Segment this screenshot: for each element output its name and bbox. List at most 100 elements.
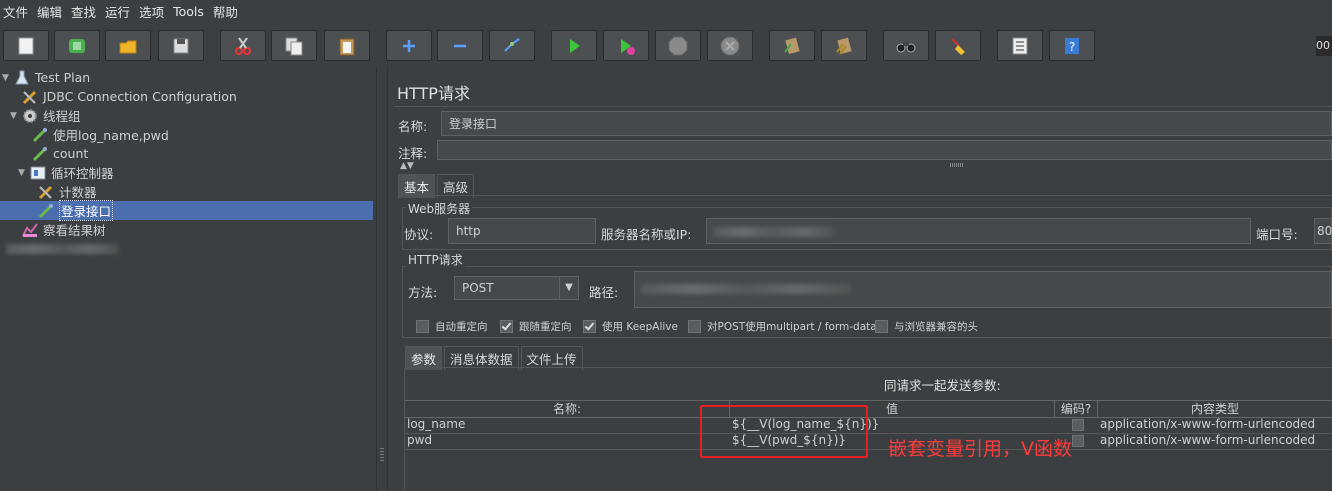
help-icon: ? xyxy=(1065,37,1079,54)
resize-grip[interactable] xyxy=(950,163,964,167)
menu-run[interactable]: 运行 xyxy=(102,2,136,21)
toggle-icon xyxy=(504,37,520,52)
collapse-arrows-icon[interactable]: ▲▼ xyxy=(400,161,414,171)
start-no-pause-button[interactable] xyxy=(603,30,649,61)
tree-node-jdbc-config[interactable]: JDBC Connection Configuration xyxy=(22,87,237,106)
config-element-icon xyxy=(22,89,38,105)
new-icon xyxy=(18,37,34,54)
method-value: POST xyxy=(462,281,494,295)
menu-edit[interactable]: 编辑 xyxy=(34,2,68,21)
tree-label: count xyxy=(53,146,89,161)
paste-button[interactable] xyxy=(324,30,370,61)
start-button[interactable] xyxy=(551,30,597,61)
menu-options[interactable]: 选项 xyxy=(136,2,170,21)
templates-button[interactable] xyxy=(54,30,100,61)
col-name[interactable]: 名称: xyxy=(405,401,730,417)
comment-field[interactable] xyxy=(437,140,1332,160)
divider-grip[interactable] xyxy=(380,448,384,462)
clear-button[interactable] xyxy=(769,30,815,61)
menu-file[interactable]: 文件 xyxy=(0,2,34,21)
param-content-type[interactable]: application/x-www-form-urlencoded xyxy=(1098,417,1332,433)
param-content-type[interactable]: application/x-www-form-urlencoded xyxy=(1098,433,1332,449)
test-plan-tree: ▼ Test Plan JDBC Connection Configuratio… xyxy=(0,68,376,491)
col-encode[interactable]: 编码? xyxy=(1055,401,1098,417)
checkbox-box[interactable] xyxy=(1071,419,1084,431)
encode-checkbox[interactable] xyxy=(1055,417,1098,433)
collapse-icon[interactable]: ▼ xyxy=(10,111,20,121)
add-button[interactable] xyxy=(386,30,432,61)
copy-button[interactable] xyxy=(271,30,317,61)
name-field[interactable]: 登录接口 xyxy=(441,111,1332,136)
table-border xyxy=(404,368,405,491)
clear-all-button[interactable] xyxy=(821,30,867,61)
new-button[interactable] xyxy=(3,30,49,61)
open-button[interactable] xyxy=(105,30,151,61)
cut-button[interactable] xyxy=(220,30,266,61)
checkbox-box[interactable] xyxy=(500,320,513,333)
param-name[interactable]: log_name xyxy=(405,417,730,433)
param-name[interactable]: pwd xyxy=(405,433,730,449)
tree-node-thread-group[interactable]: ▼ 线程组 xyxy=(10,106,81,125)
save-button[interactable] xyxy=(158,30,204,61)
checkbox-multipart[interactable]: 对POST使用multipart / form-data xyxy=(688,319,877,334)
name-label: 名称: xyxy=(398,119,428,134)
tree-node-view-results-tree[interactable]: 察看结果树 xyxy=(22,220,106,239)
collapse-icon[interactable]: ▼ xyxy=(18,168,28,178)
menu-search[interactable]: 查找 xyxy=(68,2,102,21)
help-button[interactable]: ? xyxy=(1049,30,1095,61)
collapse-icon[interactable]: ▼ xyxy=(2,73,12,83)
checkbox-box[interactable] xyxy=(688,320,701,333)
checkbox-label: 对POST使用multipart / form-data xyxy=(707,321,877,333)
tree-node-counter[interactable]: 计数器 xyxy=(38,182,97,201)
tree-node-login-api[interactable]: 登录接口 xyxy=(0,200,373,221)
comment-label: 注释: xyxy=(398,146,428,161)
protocol-field[interactable]: http xyxy=(448,218,596,244)
checkbox-keepalive[interactable]: 使用 KeepAlive xyxy=(583,319,678,334)
shutdown-button[interactable] xyxy=(707,30,753,61)
search-button[interactable] xyxy=(883,30,929,61)
add-icon xyxy=(403,39,415,52)
split-pane-divider[interactable] xyxy=(376,68,388,491)
menu-bar: 文件 编辑 查找 运行 选项 Tools 帮助 xyxy=(0,0,1332,22)
checkbox-follow-redirects[interactable]: 跟随重定向 xyxy=(500,319,572,334)
remove-button[interactable] xyxy=(437,30,483,61)
protocol-label: 协议: xyxy=(404,227,434,242)
toggle-button[interactable] xyxy=(489,30,535,61)
tree-node-count[interactable]: count xyxy=(32,144,88,163)
stop-button[interactable] xyxy=(655,30,701,61)
chevron-down-icon[interactable]: ▼ xyxy=(559,277,578,299)
tree-node-test-plan[interactable]: ▼ Test Plan xyxy=(2,68,90,87)
remove-icon xyxy=(454,44,466,47)
table-row[interactable]: log_name ${__V(log_name_${n})} applicati… xyxy=(405,417,1332,434)
menu-tools[interactable]: Tools xyxy=(170,4,210,19)
checkbox-box[interactable] xyxy=(416,320,429,333)
toolbar: ? 00 xyxy=(0,24,1332,68)
reset-search-button[interactable] xyxy=(935,30,981,61)
server-field[interactable] xyxy=(706,218,1251,244)
path-field[interactable] xyxy=(634,271,1332,308)
port-label: 端口号: xyxy=(1256,227,1298,242)
checkbox-auto-redirect[interactable]: 自动重定向 xyxy=(416,319,488,334)
port-field[interactable]: 80 xyxy=(1314,218,1332,244)
checkbox-box[interactable] xyxy=(875,320,888,333)
checkbox-label: 使用 KeepAlive xyxy=(602,321,678,333)
svg-text:?: ? xyxy=(1069,40,1075,54)
flask-icon xyxy=(14,70,30,86)
method-select[interactable]: POST ▼ xyxy=(454,276,579,300)
list-icon xyxy=(1012,37,1028,54)
tree-label: Test Plan xyxy=(35,70,91,85)
controller-icon xyxy=(30,165,46,181)
table-row[interactable]: pwd ${__V(pwd_${n})} application/x-www-f… xyxy=(405,433,1332,450)
checkbox-browser-headers[interactable]: 与浏览器兼容的头 xyxy=(875,319,978,334)
copy-icon xyxy=(285,37,303,55)
start-icon xyxy=(570,38,580,53)
checkbox-box[interactable] xyxy=(583,320,596,333)
menu-help[interactable]: 帮助 xyxy=(210,2,244,21)
col-content-type[interactable]: 内容类型 xyxy=(1098,401,1332,417)
sampler-icon xyxy=(32,146,48,162)
tree-node-sampler-log-name-pwd[interactable]: 使用log_name,pwd xyxy=(32,125,169,144)
tree-node-loop-controller[interactable]: ▼ 循环控制器 xyxy=(18,163,114,182)
checkbox-box[interactable] xyxy=(1071,435,1084,447)
function-helper-button[interactable] xyxy=(997,30,1043,61)
open-icon xyxy=(119,40,137,53)
